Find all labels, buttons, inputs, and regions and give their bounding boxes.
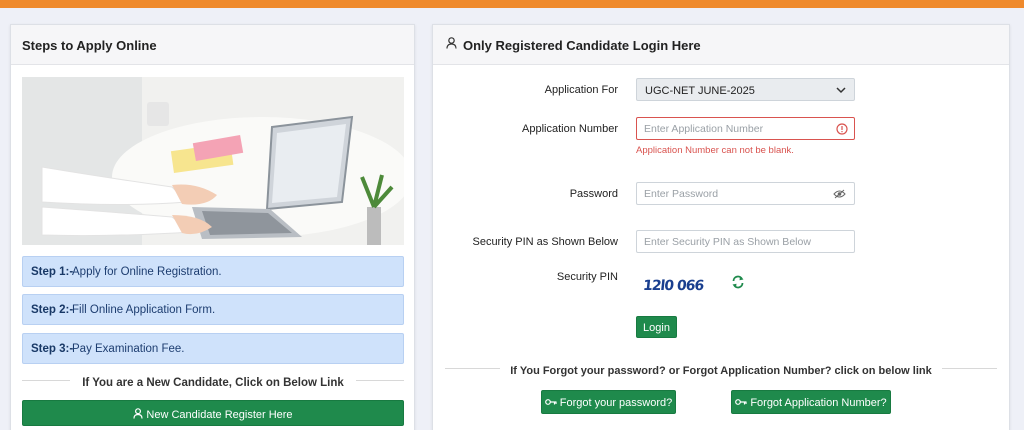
steps-panel: Steps to Apply Online Step 1:- Apply for… xyxy=(10,24,415,430)
forgot-password-label: Forgot your password? xyxy=(559,397,673,409)
login-panel-title: Only Registered Candidate Login Here xyxy=(463,38,701,53)
login-button[interactable]: Login xyxy=(636,316,677,338)
application-number-label: Application Number xyxy=(522,123,618,135)
security-pin-input-label: Security PIN as Shown Below xyxy=(472,236,618,248)
forgot-application-label: Forgot Application Number? xyxy=(750,397,887,409)
refresh-icon[interactable] xyxy=(731,275,745,289)
step-1: Step 1:- Apply for Online Registration. xyxy=(22,256,404,287)
step-2: Step 2:- Fill Online Application Form. xyxy=(22,294,404,325)
application-number-error: Application Number can not be blank. xyxy=(636,145,794,156)
new-candidate-divider: If You are a New Candidate, Click on Bel… xyxy=(22,373,404,389)
login-button-label: Login xyxy=(643,322,670,334)
application-for-label: Application For xyxy=(544,84,618,96)
security-pin-placeholder: Enter Security PIN as Shown Below xyxy=(644,236,811,248)
application-number-input[interactable]: Enter Application Number xyxy=(636,117,855,140)
application-number-placeholder: Enter Application Number xyxy=(644,123,764,135)
key-icon xyxy=(544,399,557,405)
step-3: Step 3:- Pay Examination Fee. xyxy=(22,333,404,364)
application-for-select[interactable]: UGC-NET JUNE-2025 xyxy=(636,78,855,101)
password-input[interactable]: Enter Password xyxy=(636,182,855,205)
chevron-down-icon xyxy=(836,87,846,94)
password-placeholder: Enter Password xyxy=(644,188,719,200)
top-accent-bar xyxy=(0,0,1024,8)
step-1-number: Step 1:- xyxy=(31,266,74,278)
step-3-number: Step 3:- xyxy=(31,343,74,355)
user-icon xyxy=(446,37,457,49)
error-icon xyxy=(836,123,848,135)
steps-panel-header: Steps to Apply Online xyxy=(11,25,414,65)
step-1-text: Apply for Online Registration. xyxy=(72,266,222,278)
step-3-text: Pay Examination Fee. xyxy=(72,343,185,355)
password-label: Password xyxy=(569,188,618,200)
security-pin-input[interactable]: Enter Security PIN as Shown Below xyxy=(636,230,855,253)
forgot-divider: If You Forgot your password? or Forgot A… xyxy=(445,361,997,377)
forgot-application-number-button[interactable]: Forgot Application Number? xyxy=(731,390,891,414)
key-icon xyxy=(735,399,747,405)
register-button-label: New Candidate Register Here xyxy=(146,409,293,421)
steps-panel-title: Steps to Apply Online xyxy=(22,38,157,53)
new-candidate-text: If You are a New Candidate, Click on Bel… xyxy=(70,377,356,389)
login-panel: Only Registered Candidate Login Here App… xyxy=(432,24,1010,430)
hero-image-laptop xyxy=(22,77,404,245)
application-for-value: UGC-NET JUNE-2025 xyxy=(645,85,755,97)
login-panel-header: Only Registered Candidate Login Here xyxy=(433,25,1009,65)
captcha-code: 12l0 066 xyxy=(642,278,704,294)
security-pin-label: Security PIN xyxy=(556,271,618,283)
captcha-image: 12l0 066 xyxy=(636,270,711,300)
step-2-number: Step 2:- xyxy=(31,304,74,316)
new-candidate-register-button[interactable]: New Candidate Register Here xyxy=(22,400,404,426)
user-icon xyxy=(133,408,144,419)
eye-slash-icon[interactable] xyxy=(833,189,846,199)
step-2-text: Fill Online Application Form. xyxy=(72,304,216,316)
forgot-password-button[interactable]: Forgot your password? xyxy=(541,390,676,414)
forgot-text: If You Forgot your password? or Forgot A… xyxy=(500,365,942,377)
